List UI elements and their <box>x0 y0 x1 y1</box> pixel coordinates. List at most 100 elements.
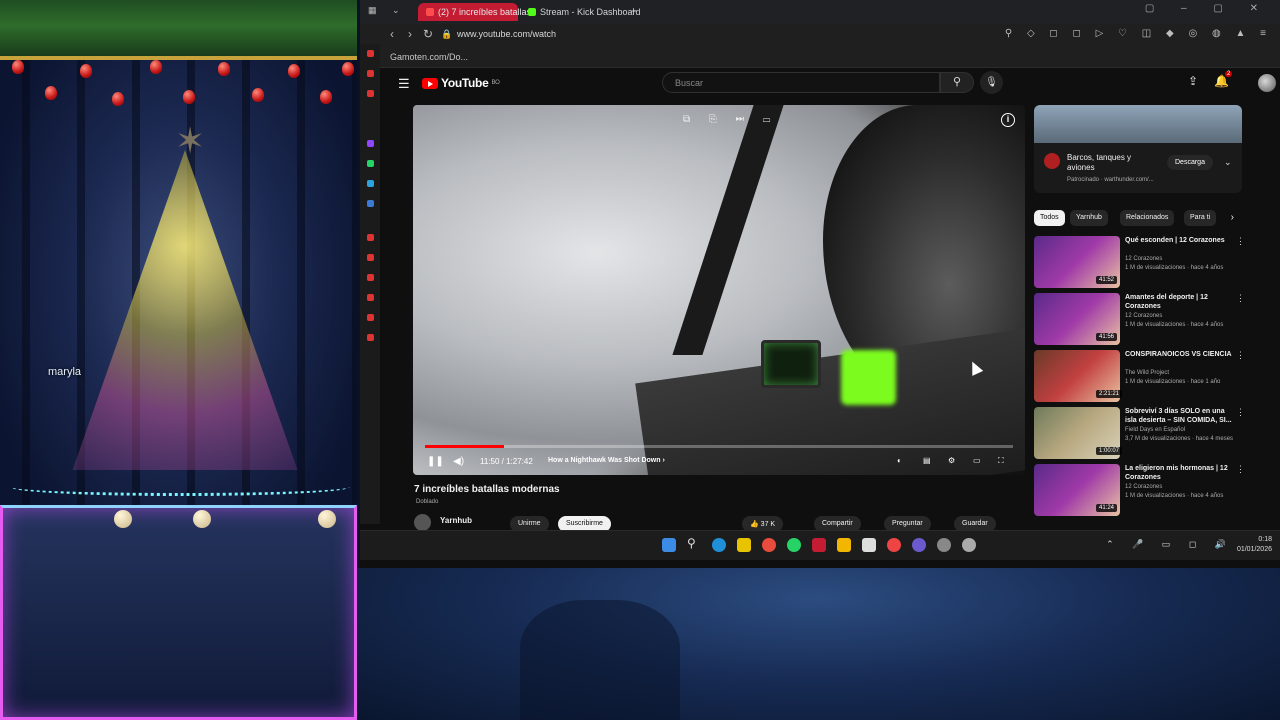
chip-channel[interactable]: Yarnhub <box>1070 210 1108 226</box>
sidebar-app-icon[interactable] <box>367 234 374 241</box>
clock[interactable]: 0:18 01/01/2026 <box>1237 535 1272 555</box>
clock-time: 0:18 <box>1258 536 1272 543</box>
chapter-title[interactable]: How a Nighthawk Was Shot Down › <box>548 457 665 464</box>
ornament <box>252 88 264 102</box>
more-options-icon[interactable]: ⋮ <box>1236 293 1245 304</box>
extension-icons[interactable]: ⚲ ◇ ◻ ◻ ▷ ♡ ◫ ◆ ◎ ◍ ▲ ≡ <box>1005 28 1272 39</box>
sidebar-app-icon[interactable] <box>367 314 374 321</box>
player-overlay-icons[interactable]: ⧉ ⎘ ⏭ ▭ <box>683 114 778 125</box>
browser-icon[interactable] <box>812 538 826 552</box>
bookmarks-bar: Gamoten.com/Do... <box>360 46 1280 68</box>
ad-logo <box>1044 153 1060 169</box>
video-frame-light <box>841 350 896 405</box>
sidebar-app-icon[interactable] <box>367 254 374 261</box>
taskbar: ⚲ ⌃ 🎤 ▭ ◻ 🔊 0:18 01/01/2026 <box>360 530 1280 560</box>
back-icon[interactable]: ‹ <box>390 27 394 41</box>
menu-icon[interactable]: ☰ <box>398 76 410 92</box>
fullscreen-icon[interactable]: ⛶ <box>998 456 1004 466</box>
more-options-icon[interactable]: ⋮ <box>1236 350 1245 361</box>
reload-icon[interactable]: ↻ <box>423 27 433 41</box>
sidebar-app-icon[interactable] <box>367 90 374 97</box>
twitch-icon[interactable] <box>367 140 374 147</box>
system-tray[interactable]: ⌃ 🎤 ▭ ◻ 🔊 <box>1106 539 1234 550</box>
sidebar-app-icon[interactable] <box>367 294 374 301</box>
more-options-icon[interactable]: ⋮ <box>1236 464 1245 475</box>
app-icon[interactable] <box>962 538 976 552</box>
list-item[interactable]: 2:21:21 CONSPIRANOICOS VS CIENCIA The Wi… <box>1034 350 1245 404</box>
list-item[interactable]: 41:52 Qué esconden | 12 Corazones 12 Cor… <box>1034 236 1245 290</box>
chip-all[interactable]: Todos <box>1034 210 1065 226</box>
video-duration: 1:00:07 <box>1096 447 1123 455</box>
tab-actions-icon[interactable]: ▦ <box>368 5 377 16</box>
settings-icon[interactable] <box>367 334 374 341</box>
tab-kick-dashboard[interactable]: Stream - Kick Dashboard <box>520 3 641 21</box>
tab-youtube[interactable]: (2) 7 increíbles batallas <box>418 3 531 21</box>
microphone-icon[interactable]: 🎙 <box>980 71 1003 94</box>
chip-for-you[interactable]: Para ti <box>1184 210 1217 226</box>
obs-icon[interactable] <box>887 538 901 552</box>
more-options-icon[interactable]: ⋮ <box>1236 407 1245 418</box>
channel-name[interactable]: Yarnhub <box>440 516 472 525</box>
folder-icon[interactable] <box>837 538 851 552</box>
sponsored-ad[interactable]: Barcos, tanques y aviones Patrocinado · … <box>1034 105 1242 193</box>
video-title: 7 increíbles batallas modernas <box>414 484 560 495</box>
window-controls[interactable]: ▢ – ▢ ✕ <box>1145 3 1270 14</box>
download-button[interactable]: Descarga <box>1167 155 1213 170</box>
volume-icon[interactable]: ◀) <box>453 456 464 467</box>
upload-icon[interactable]: ⇪ <box>1188 74 1198 88</box>
video-meta: 1 M de visualizaciones · hace 1 año <box>1125 379 1221 385</box>
lock-icon: 🔒 <box>441 29 453 39</box>
ornament <box>80 64 92 78</box>
ornament <box>12 60 24 74</box>
search-icon[interactable]: ⚲ <box>687 536 701 550</box>
new-tab-icon[interactable]: + <box>630 4 637 18</box>
pause-icon[interactable]: ❚❚ <box>427 456 444 467</box>
sidebar-app-icon[interactable] <box>367 50 374 57</box>
progress-bar[interactable] <box>425 445 1013 448</box>
start-icon[interactable] <box>662 538 676 552</box>
avatar[interactable] <box>1258 74 1276 92</box>
video-player[interactable]: ⧉ ⎘ ⏭ ▭ i ❚❚ ◀) 11:50 / 1:27:42 How a Ni… <box>413 105 1025 475</box>
telegram-icon[interactable] <box>367 180 374 187</box>
video-meta: 1 M de visualizaciones · hace 4 años <box>1125 493 1224 499</box>
search-icon[interactable]: ⚲ <box>940 72 974 93</box>
chevron-right-icon[interactable]: › <box>1231 212 1234 223</box>
sidebar-app-icon[interactable] <box>367 70 374 77</box>
dubbed-badge: Doblado <box>416 499 439 505</box>
chevron-down-icon[interactable]: ⌄ <box>1224 157 1232 168</box>
more-options-icon[interactable]: ⋮ <box>1236 236 1245 247</box>
calendar-icon[interactable] <box>862 538 876 552</box>
subtitles-icon[interactable]: ▤ <box>923 456 931 465</box>
youtube-logo[interactable]: YouTube BO <box>422 76 500 90</box>
autoplay-toggle[interactable]: ◐ <box>897 456 902 465</box>
bookmark-link[interactable]: Gamoten.com/Do... <box>390 52 468 62</box>
url-field[interactable]: www.youtube.com/watch <box>457 29 556 39</box>
chrome-icon[interactable] <box>762 538 776 552</box>
info-icon[interactable]: i <box>1001 113 1015 127</box>
theater-mode-icon[interactable]: ▭ <box>973 456 981 465</box>
country-code: BO <box>491 80 500 86</box>
video-frame-canopy <box>672 105 784 355</box>
list-item[interactable]: 1:00:07 Sobreviví 3 días SOLO en una isl… <box>1034 407 1245 461</box>
list-item[interactable]: 41:56 Amantes del deporte | 12 Corazones… <box>1034 293 1245 347</box>
tab-search-icon[interactable]: ⌄ <box>392 5 400 16</box>
whatsapp-icon[interactable] <box>787 538 801 552</box>
address-bar: ‹ › ↻ 🔒 www.youtube.com/watch ⚲ ◇ ◻ ◻ ▷ … <box>360 24 1280 46</box>
video-channel: 12 Corazones <box>1125 313 1163 319</box>
channel-avatar[interactable] <box>414 514 431 531</box>
sidebar-app-icon[interactable] <box>367 274 374 281</box>
notes-icon[interactable] <box>737 538 751 552</box>
chip-related[interactable]: Relacionados <box>1120 210 1175 226</box>
edge-icon[interactable] <box>712 538 726 552</box>
screen: ✶ maryla ▦ ⌄ (2) 7 increíbles batallas S… <box>0 0 1280 720</box>
search-input[interactable]: Buscar <box>662 72 940 93</box>
chapter-label: How a Nighthawk Was Shot Down <box>548 457 661 464</box>
forward-icon[interactable]: › <box>408 27 412 41</box>
settings-icon[interactable] <box>937 538 951 552</box>
whatsapp-icon[interactable] <box>367 160 374 167</box>
discord-icon[interactable] <box>912 538 926 552</box>
video-duration: 2:21:21 <box>1096 390 1123 398</box>
list-item[interactable]: 41:24 La eligieron mis hormonas | 12 Cor… <box>1034 464 1245 518</box>
gear-icon[interactable]: ⚙ <box>948 456 955 465</box>
sidebar-app-icon[interactable] <box>367 200 374 207</box>
